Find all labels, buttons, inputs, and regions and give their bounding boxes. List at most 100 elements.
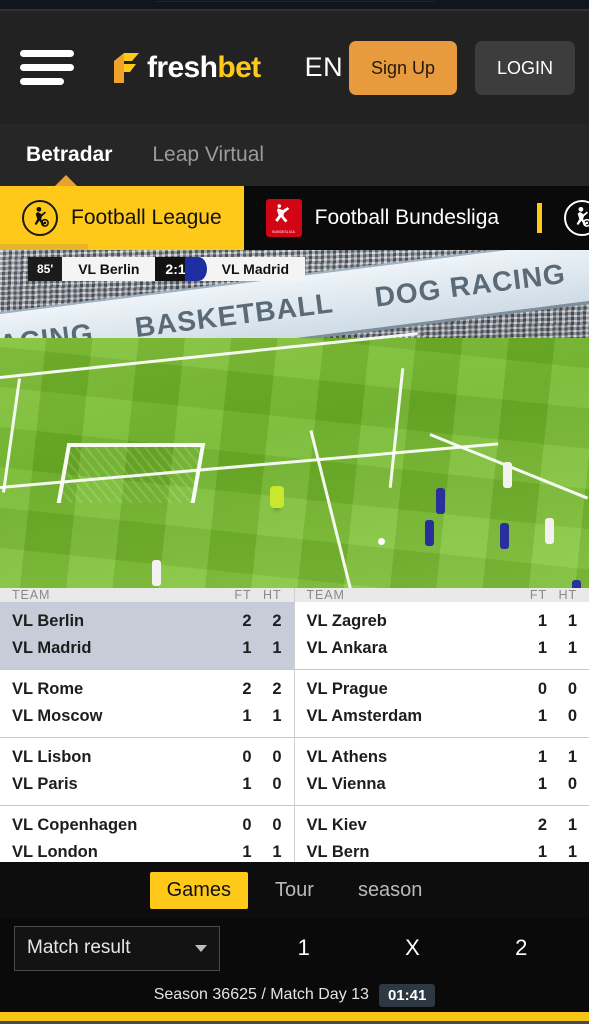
away-team-name: VL Madrid: [195, 257, 306, 281]
score-ht: 0: [272, 775, 282, 793]
match-minute: 85': [28, 257, 63, 281]
app-header: freshbet EN Sign Up LOGIN: [0, 11, 589, 124]
odds-header-x[interactable]: X: [405, 935, 420, 961]
score-ht: 0: [567, 707, 577, 725]
hamburger-menu-icon[interactable]: [20, 48, 74, 88]
pitch-line: [0, 332, 418, 379]
status-hairline: [154, 1, 435, 2]
tab-betradar[interactable]: Betradar: [26, 143, 112, 167]
freshbet-logo-mark-icon: [114, 52, 139, 83]
match-away-row: VL Madrid 1 1: [12, 635, 282, 662]
match-home-row: VL Berlin 2 2: [12, 608, 282, 635]
league-tab-label: Football League: [71, 206, 222, 229]
score-ft: 1: [537, 748, 547, 766]
match-score: 2:1: [155, 257, 207, 281]
odds-header-1[interactable]: 1: [298, 935, 310, 961]
active-tab-caret-icon: [55, 175, 77, 186]
column-header-team: TEAM: [306, 588, 345, 602]
score-ht: 2: [272, 612, 282, 630]
score-ht: 0: [567, 775, 577, 793]
league-tab-next[interactable]: [558, 186, 589, 250]
ad-text: BASKETBALL: [133, 286, 336, 343]
team-name: VL Moscow: [12, 707, 103, 725]
team-name: VL Athens: [306, 748, 388, 766]
hamburger-bar: [20, 50, 74, 57]
footballer-circle-icon: [22, 200, 58, 236]
results-column-right: TEAM FT HT VL Zagreb 1 1 VL Ankara 1 1 V…: [294, 588, 589, 874]
season-status-bar: Season 36625 / Match Day 13 01:41: [0, 978, 589, 1012]
column-header-team: TEAM: [12, 588, 51, 602]
tab-leap-virtual[interactable]: Leap Virtual: [152, 143, 264, 167]
match-home-row: VL Athens 1 1: [307, 744, 578, 771]
score-ht: 1: [567, 612, 577, 630]
brand-logo-text: freshbet: [147, 50, 261, 84]
score-overlay: 85' VL Berlin 2:1 VL Madrid: [28, 257, 306, 281]
season-text: Season 36625 / Match Day 13: [153, 986, 369, 1003]
bottom-panel: Games Tour season Match result 1 X 2 Sea…: [0, 862, 589, 1012]
team-name: VL Paris: [12, 775, 78, 793]
match-away-row: VL Moscow 1 1: [12, 703, 282, 730]
language-selector[interactable]: EN: [305, 52, 344, 83]
logo-text-accent: bet: [217, 50, 261, 84]
team-name: VL Berlin: [12, 612, 85, 630]
results-header-row: TEAM FT HT: [294, 588, 589, 602]
bundesliga-glyph-icon: [269, 202, 298, 229]
team-name: VL Ankara: [306, 639, 388, 657]
hamburger-bar: [20, 78, 64, 85]
team-name: VL Prague: [306, 680, 388, 698]
score-ht: 2: [272, 680, 282, 698]
goal-net: [56, 443, 206, 503]
team-name: VL Copenhagen: [12, 816, 138, 834]
login-button[interactable]: LOGIN: [474, 40, 575, 95]
bundesliga-logo-icon: BUNDESLIGA: [265, 199, 302, 237]
table-row[interactable]: VL Rome 2 2 VL Moscow 1 1: [0, 670, 294, 738]
score-ft: 2: [242, 680, 252, 698]
hamburger-bar: [20, 64, 74, 71]
table-row[interactable]: VL Lisbon 0 0 VL Paris 1 0: [0, 738, 294, 806]
score-ft: 0: [242, 748, 252, 766]
sign-up-button[interactable]: Sign Up: [348, 40, 457, 95]
team-name: VL Zagreb: [306, 612, 387, 630]
live-video-player[interactable]: RACING BASKETBALL DOG RACING FOOTBALL HO…: [0, 250, 589, 588]
segment-season[interactable]: season: [341, 872, 440, 909]
segment-games[interactable]: Games: [149, 871, 249, 909]
table-row[interactable]: VL Berlin 2 2 VL Madrid 1 1: [0, 602, 294, 670]
score-ft: 0: [537, 680, 547, 698]
league-tab-divider: [537, 203, 543, 233]
team-name: VL Vienna: [306, 775, 386, 793]
market-select[interactable]: Match result: [14, 925, 220, 971]
team-name: VL Amsterdam: [306, 707, 423, 725]
player-home: [503, 462, 512, 488]
score-ht: 1: [272, 639, 282, 657]
player-away: [436, 488, 445, 514]
match-home-row: VL Copenhagen 0 0: [12, 812, 282, 839]
brand-logo[interactable]: freshbet: [112, 51, 261, 85]
column-header-ft: FT: [234, 588, 252, 602]
footballer-circle-icon: [564, 200, 589, 236]
logo-text-primary: fresh: [147, 50, 218, 84]
score-ht: 1: [567, 639, 577, 657]
column-header-ft: FT: [529, 588, 547, 602]
accent-strip: [0, 1012, 589, 1021]
table-row[interactable]: VL Athens 1 1 VL Vienna 1 0: [294, 738, 589, 806]
match-home-row: VL Prague 0 0: [307, 676, 578, 703]
league-tab-football-league[interactable]: Football League: [0, 186, 244, 250]
segment-tour[interactable]: Tour: [258, 872, 331, 909]
results-column-left: TEAM FT HT VL Berlin 2 2 VL Madrid 1 1 V…: [0, 588, 295, 874]
countdown-clock: 01:41: [378, 983, 436, 1007]
league-tab-football-bundesliga[interactable]: BUNDESLIGA Football Bundesliga: [244, 186, 521, 250]
odds-header-2[interactable]: 2: [515, 935, 527, 961]
table-row[interactable]: VL Zagreb 1 1 VL Ankara 1 1: [294, 602, 589, 670]
status-strip: [0, 0, 589, 9]
view-segment-control: Games Tour season: [0, 862, 589, 918]
score-ht: 1: [567, 816, 577, 834]
table-row[interactable]: VL Prague 0 0 VL Amsterdam 1 0: [294, 670, 589, 738]
column-header-ht: HT: [558, 588, 577, 602]
football-pitch: [0, 332, 589, 588]
match-away-row: VL Paris 1 0: [12, 771, 282, 798]
player-goalkeeper: [270, 486, 284, 508]
match-home-row: VL Kiev 2 1: [307, 812, 578, 839]
column-header-ht: HT: [263, 588, 282, 602]
score-ft: 1: [242, 707, 252, 725]
score-ft: 1: [242, 639, 252, 657]
